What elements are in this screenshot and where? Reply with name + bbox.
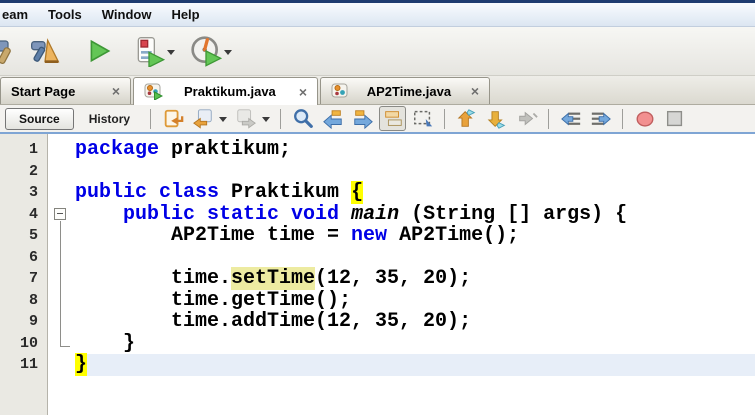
menu-window[interactable]: Window <box>92 7 162 22</box>
tab-label: AP2Time.java <box>366 83 452 99</box>
code-fold-marker <box>47 332 75 355</box>
toolbar-separator <box>444 108 446 129</box>
code-text[interactable]: time.addTime(12, 35, 20); <box>75 311 471 333</box>
source-button[interactable]: Source <box>5 107 74 130</box>
next-bookmark-icon[interactable] <box>483 106 510 131</box>
run-project-icon[interactable] <box>82 34 116 68</box>
code-line[interactable]: 7 time.setTime(12, 35, 20); <box>0 267 755 290</box>
java-class-icon <box>331 83 349 99</box>
previous-bookmark-icon[interactable] <box>453 106 480 131</box>
code-line[interactable]: 2 <box>0 161 755 183</box>
tab-label: Praktikum.java <box>184 84 276 99</box>
code-fold-marker <box>47 289 75 311</box>
code-fold-marker <box>47 311 75 333</box>
code-lines: 1 package praktikum; 2 3 public class Prakti… <box>0 139 755 376</box>
code-text[interactable]: time.setTime(12, 35, 20); <box>75 267 471 290</box>
toolbar-separator <box>548 108 550 129</box>
code-fold-margin <box>47 354 75 376</box>
main-toolbar <box>0 27 755 76</box>
shift-line-left-icon[interactable] <box>557 106 584 131</box>
code-line[interactable]: 11} <box>0 353 755 376</box>
tab-ap2time-java[interactable]: AP2Time.java × <box>320 77 490 104</box>
debug-project-icon[interactable] <box>132 34 166 68</box>
line-number: 10 <box>19 334 38 352</box>
code-line[interactable]: 9 time.addTime(12, 35, 20); <box>0 311 755 333</box>
forward-dropdown-icon[interactable] <box>262 117 271 122</box>
debug-dropdown-icon[interactable] <box>167 49 175 55</box>
collapse-fold-icon[interactable] <box>54 207 66 220</box>
menu-team[interactable]: eam <box>0 7 38 22</box>
close-icon[interactable]: × <box>469 84 481 98</box>
clean-and-build-project-icon[interactable] <box>28 34 62 68</box>
line-number: 5 <box>28 227 38 244</box>
find-next-icon[interactable] <box>349 106 376 131</box>
line-number: 8 <box>28 291 38 309</box>
line-number: 1 <box>28 141 38 158</box>
code-line[interactable]: 8 time.getTime(); <box>0 289 755 312</box>
toolbar-separator <box>150 108 152 129</box>
menu-help[interactable]: Help <box>161 7 209 22</box>
back-icon[interactable] <box>189 106 216 131</box>
netbeans-window: eam Tools Window Help Start Page × Prakt… <box>0 0 755 415</box>
tab-praktikum-java[interactable]: Praktikum.java × <box>133 77 318 105</box>
code-line[interactable]: 5 AP2Time time = new AP2Time(); <box>0 225 755 247</box>
line-number: 2 <box>28 162 38 180</box>
profile-dropdown-icon[interactable] <box>224 49 232 55</box>
code-line[interactable]: 10 } <box>0 332 755 355</box>
code-text[interactable]: time.getTime(); <box>75 289 351 312</box>
code-fold-marker <box>47 268 75 290</box>
find-icon[interactable] <box>289 106 316 131</box>
code-fold-margin <box>47 182 75 204</box>
line-number: 11 <box>19 356 38 373</box>
code-editor[interactable]: 1 package praktikum; 2 3 public class Prakti… <box>0 134 755 415</box>
build-project-icon[interactable] <box>0 34 20 68</box>
code-line[interactable]: 3 public class Praktikum { <box>0 181 755 204</box>
toolbar-separator <box>280 108 282 129</box>
start-macro-recording-icon[interactable] <box>631 106 658 131</box>
code-text[interactable]: public static void main (String [] args)… <box>75 203 627 226</box>
tab-start-page[interactable]: Start Page × <box>0 77 131 104</box>
editor-toolbar: Source History <box>0 105 755 134</box>
code-text[interactable]: package praktikum; <box>75 139 291 161</box>
code-fold-margin <box>47 161 75 183</box>
code-text[interactable]: AP2Time time = new AP2Time(); <box>75 225 519 247</box>
profile-project-icon[interactable] <box>189 34 223 68</box>
code-text[interactable]: } <box>75 353 755 376</box>
toggle-highlight-search-icon[interactable] <box>379 106 407 131</box>
code-line[interactable]: 6 <box>0 246 755 268</box>
line-number: 9 <box>28 313 38 330</box>
code-text[interactable]: public class Praktikum { <box>75 181 364 204</box>
line-number: 7 <box>28 270 38 287</box>
code-line[interactable]: 1 package praktikum; <box>0 139 755 161</box>
toolbar-separator <box>622 108 624 129</box>
menu-tools[interactable]: Tools <box>38 7 92 22</box>
last-edit-position-icon[interactable] <box>159 106 186 131</box>
code-line[interactable]: 4 public static void main (String [] arg… <box>0 203 755 226</box>
toggle-bookmark-icon[interactable] <box>513 106 540 131</box>
code-fold-margin <box>47 139 75 161</box>
code-fold-marker <box>47 225 75 247</box>
find-previous-icon[interactable] <box>319 106 346 131</box>
code-text[interactable]: } <box>75 332 135 355</box>
history-button[interactable]: History <box>77 112 142 126</box>
rectangular-selection-icon[interactable] <box>409 106 436 131</box>
menu-bar: eam Tools Window Help <box>0 0 755 27</box>
close-icon[interactable]: × <box>297 85 309 99</box>
tab-label: Start Page <box>11 83 76 99</box>
line-number: 3 <box>28 184 38 201</box>
close-icon[interactable]: × <box>110 84 122 98</box>
back-dropdown-icon[interactable] <box>219 117 228 122</box>
line-number: 6 <box>28 248 38 266</box>
code-fold-marker <box>47 246 75 268</box>
tab-bar: Start Page × Praktikum.java × AP2Time.ja… <box>0 76 755 105</box>
java-class-run-icon <box>144 83 163 100</box>
code-fold-marker[interactable] <box>47 204 75 225</box>
stop-macro-recording-icon[interactable] <box>661 106 688 131</box>
forward-icon[interactable] <box>232 106 259 131</box>
shift-line-right-icon[interactable] <box>587 106 614 131</box>
line-number: 4 <box>28 205 38 223</box>
